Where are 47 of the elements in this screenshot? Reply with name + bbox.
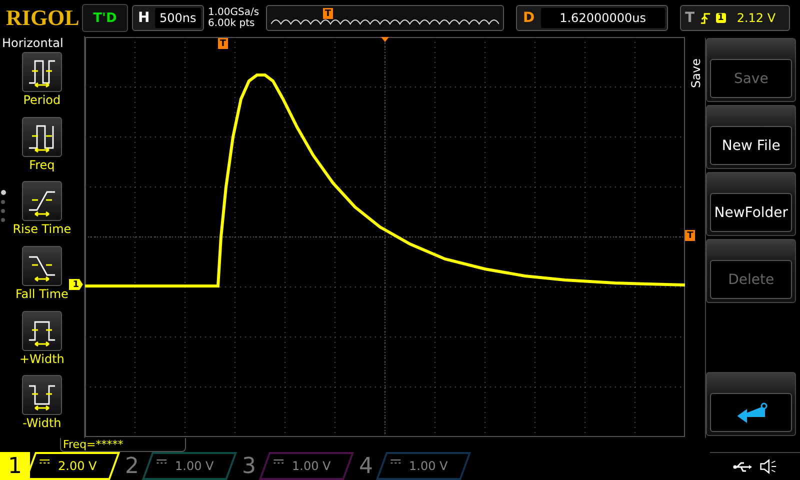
back-button[interactable] bbox=[706, 372, 796, 436]
measurement-readout: Freq=***** bbox=[60, 438, 186, 452]
measure-button[interactable]: +Width bbox=[19, 310, 64, 374]
center-marker-icon bbox=[380, 37, 389, 42]
delay-label: D bbox=[522, 10, 536, 26]
channel-scale: 1.00 V bbox=[258, 452, 354, 480]
softkey-button[interactable]: New File bbox=[706, 105, 796, 169]
period-icon bbox=[22, 52, 62, 92]
menu-title: Save bbox=[689, 58, 704, 88]
rising-edge-icon bbox=[700, 12, 711, 24]
fall-icon bbox=[22, 246, 62, 286]
trigger-box[interactable]: T 1 2.12 V bbox=[680, 5, 790, 31]
freq-icon bbox=[22, 116, 62, 157]
usb-icon bbox=[733, 462, 753, 472]
delay-value: 1.62000000us bbox=[540, 8, 665, 28]
speaker-icon bbox=[759, 459, 777, 474]
menu-title: Horizontal bbox=[1, 36, 64, 50]
channel-marker[interactable]: 1 bbox=[68, 279, 83, 290]
softkey-button[interactable]: NewFolder bbox=[706, 172, 796, 236]
channel-scale: 1.00 V bbox=[142, 452, 238, 480]
delay-box[interactable]: D 1.62000000us bbox=[516, 5, 668, 31]
rise-icon bbox=[22, 181, 62, 222]
trigger-level: 2.12 V bbox=[736, 11, 776, 25]
trigger-label: T bbox=[685, 10, 695, 26]
trigger-source: 1 bbox=[716, 13, 726, 23]
dc-coupling-icon bbox=[390, 459, 401, 464]
nwidth-icon bbox=[22, 375, 62, 416]
trigger-position-marker[interactable]: T bbox=[218, 38, 228, 49]
timebase-box[interactable]: H 500ns bbox=[132, 5, 204, 31]
measure-button[interactable]: -Width bbox=[22, 375, 62, 438]
channel-scale: 1.00 V bbox=[376, 452, 472, 480]
dc-coupling-icon bbox=[40, 459, 50, 464]
measure-button[interactable]: Rise Time bbox=[12, 181, 72, 244]
memory-depth: 6.00k pts bbox=[208, 18, 256, 29]
measure-button[interactable]: Fall Time bbox=[15, 246, 68, 309]
brand-logo: RIGOL bbox=[6, 5, 78, 31]
pwidth-icon bbox=[22, 310, 62, 351]
measure-button[interactable]: Freq bbox=[22, 116, 62, 180]
sample-rate: 1.00GSa/s bbox=[208, 7, 260, 18]
trigger-level-marker[interactable]: T bbox=[685, 230, 696, 241]
run-status: T'D bbox=[82, 4, 128, 32]
timebase-label: H bbox=[137, 10, 151, 26]
dc-coupling-icon bbox=[156, 459, 167, 464]
trigger-marker: T bbox=[323, 8, 333, 19]
timebase-value: 500ns bbox=[154, 8, 201, 28]
measure-button[interactable]: Period bbox=[22, 52, 62, 115]
dc-coupling-icon bbox=[274, 459, 284, 464]
